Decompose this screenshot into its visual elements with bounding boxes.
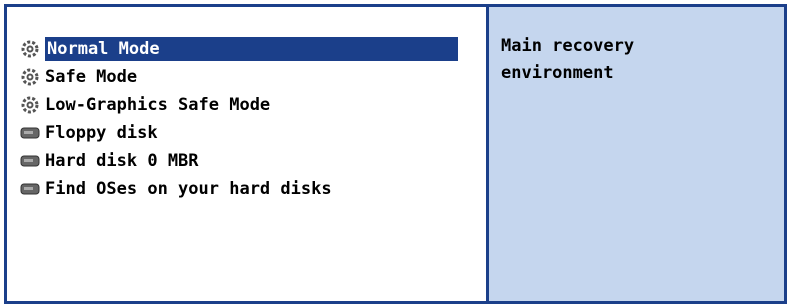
gear-icon [15,35,45,63]
menu-item-normal-mode[interactable]: Normal Mode [15,35,486,63]
gear-icon [15,91,45,119]
menu-item-label: Safe Mode [45,67,138,87]
menu-item-label: Normal Mode [45,37,458,61]
gear-icon [15,63,45,91]
menu-item-safe-mode[interactable]: Safe Mode [15,63,486,91]
drive-icon [15,175,45,203]
menu-item-hard-disk-0-mbr[interactable]: Hard disk 0 MBR [15,147,486,175]
menu-item-label: Hard disk 0 MBR [45,151,199,171]
drive-icon [15,119,45,147]
boot-menu-frame: Normal Mode Safe Mode Low-Graphics Safe … [4,4,787,304]
menu-item-label: Floppy disk [45,123,158,143]
menu-item-low-graphics-safe-mode[interactable]: Low-Graphics Safe Mode [15,91,486,119]
menu-item-find-oses[interactable]: Find OSes on your hard disks [15,175,486,203]
menu-item-floppy-disk[interactable]: Floppy disk [15,119,486,147]
description-panel: Main recovery environment [489,7,784,301]
menu-item-label: Find OSes on your hard disks [45,179,332,199]
boot-screen: Normal Mode Safe Mode Low-Graphics Safe … [0,0,791,308]
menu-item-label: Low-Graphics Safe Mode [45,95,271,115]
boot-menu-list: Normal Mode Safe Mode Low-Graphics Safe … [7,7,489,301]
drive-icon [15,147,45,175]
